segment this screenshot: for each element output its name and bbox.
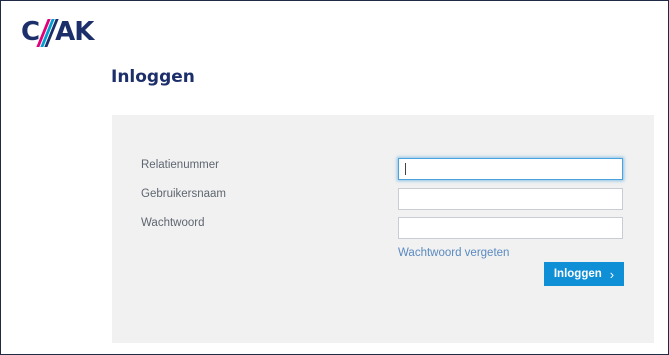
relatienummer-field[interactable] bbox=[398, 158, 623, 180]
wachtwoord-label: Wachtwoord bbox=[141, 217, 205, 229]
forgot-password-link[interactable]: Wachtwoord vergeten bbox=[398, 247, 509, 259]
page-frame: C AK Inloggen Relatienummer Gebruikersna… bbox=[0, 0, 669, 355]
gebruikersnaam-field[interactable] bbox=[398, 188, 623, 210]
cak-logo: C AK bbox=[21, 17, 94, 47]
text-caret bbox=[405, 163, 406, 175]
relatienummer-label: Relatienummer bbox=[141, 159, 219, 171]
page-title: Inloggen bbox=[111, 67, 195, 87]
chevron-right-icon: › bbox=[609, 266, 615, 282]
login-panel: Relatienummer Gebruikersnaam Wachtwoord … bbox=[112, 115, 654, 343]
wachtwoord-field[interactable] bbox=[398, 217, 623, 239]
logo-text-left: C bbox=[21, 17, 40, 47]
logo-text-right: AK bbox=[55, 17, 94, 47]
gebruikersnaam-label: Gebruikersnaam bbox=[141, 188, 227, 200]
login-button-label: Inloggen bbox=[553, 268, 602, 280]
login-button[interactable]: Inloggen › bbox=[544, 262, 624, 286]
logo-slash-icon bbox=[36, 17, 59, 47]
